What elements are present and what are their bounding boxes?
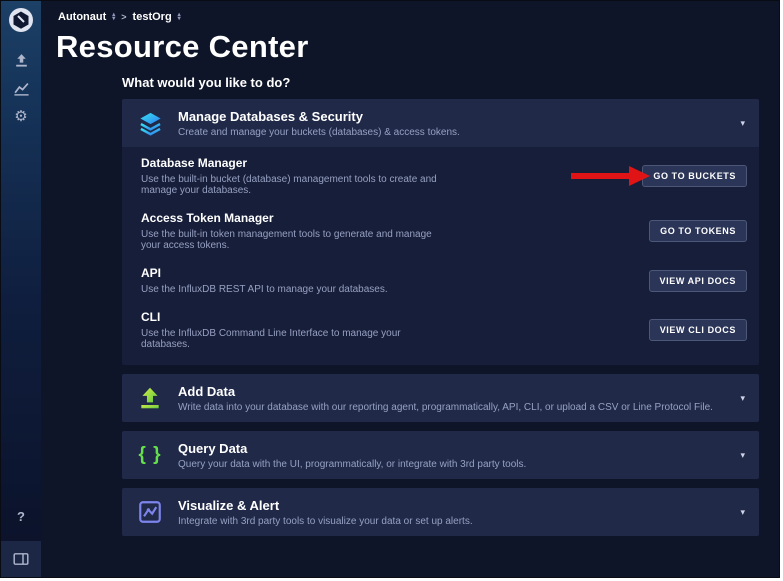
- page-prompt: What would you like to do?: [122, 75, 759, 90]
- row-title: Access Token Manager: [141, 211, 449, 225]
- chart-icon: [122, 499, 178, 525]
- resource-row-database-manager: Database Manager Use the built-in bucket…: [141, 156, 747, 196]
- chevron-down-icon[interactable]: ▾: [726, 118, 759, 129]
- section-title: Query Data: [178, 441, 718, 456]
- chevron-down-icon[interactable]: ▾: [726, 393, 759, 404]
- section-header-text: Visualize & Alert Integrate with 3rd par…: [178, 491, 726, 534]
- sidebar-bottom: ?: [1, 505, 41, 577]
- app-window: ⚙ ? Autonaut ▴ ▾ > testOrg: [0, 0, 780, 578]
- row-description: Use the built-in bucket (database) manag…: [141, 174, 442, 196]
- resource-row-cli: CLI Use the InfluxDB Command Line Interf…: [141, 310, 747, 350]
- resource-center-column: What would you like to do?: [122, 75, 759, 536]
- sidebar-bottom-strip: [1, 541, 41, 577]
- section-manage-databases: Manage Databases & Security Create and m…: [122, 99, 759, 365]
- row-description: Use the built-in token management tools …: [141, 229, 449, 251]
- section-description: Write data into your database with our r…: [178, 402, 718, 413]
- load-data-upload-icon[interactable]: [10, 49, 32, 71]
- view-cli-docs-button[interactable]: VIEW CLI DOCS: [649, 319, 747, 341]
- section-header-text: Manage Databases & Security Create and m…: [178, 102, 726, 145]
- section-description: Integrate with 3rd party tools to visual…: [178, 516, 718, 527]
- section-header-add-data[interactable]: Add Data Write data into your database w…: [122, 374, 759, 422]
- resource-row-access-token-manager: Access Token Manager Use the built-in to…: [141, 211, 747, 251]
- row-text: API Use the InfluxDB REST API to manage …: [141, 266, 649, 295]
- braces-glyph: { }: [138, 444, 161, 466]
- influxdb-logo[interactable]: [1, 1, 41, 33]
- breadcrumb: Autonaut ▴ ▾ > testOrg ▴ ▾: [41, 1, 779, 23]
- row-description: Use the InfluxDB Command Line Interface …: [141, 328, 449, 350]
- section-header-manage-databases[interactable]: Manage Databases & Security Create and m…: [122, 99, 759, 147]
- resource-row-api: API Use the InfluxDB REST API to manage …: [141, 266, 747, 295]
- row-title: CLI: [141, 310, 449, 324]
- view-api-docs-button[interactable]: VIEW API DOCS: [649, 270, 747, 292]
- section-title: Visualize & Alert: [178, 498, 718, 513]
- section-visualize-alert: Visualize & Alert Integrate with 3rd par…: [122, 488, 759, 536]
- section-title: Add Data: [178, 384, 718, 399]
- braces-icon: { }: [122, 444, 178, 466]
- section-header-visualize-alert[interactable]: Visualize & Alert Integrate with 3rd par…: [122, 488, 759, 536]
- chevron-down-icon[interactable]: ▾: [726, 450, 759, 461]
- page-title: Resource Center: [56, 29, 779, 65]
- row-text: CLI Use the InfluxDB Command Line Interf…: [141, 310, 649, 350]
- sidebar-icon-stack: ⚙: [1, 49, 41, 127]
- caret-down-glyph: ▾: [178, 17, 181, 21]
- upload-icon: [122, 385, 178, 411]
- section-add-data: Add Data Write data into your database w…: [122, 374, 759, 422]
- section-description: Create and manage your buckets (database…: [178, 127, 718, 138]
- section-title: Manage Databases & Security: [178, 109, 718, 124]
- go-to-tokens-button[interactable]: GO TO TOKENS: [649, 220, 747, 242]
- section-query-data: { } Query Data Query your data with the …: [122, 431, 759, 479]
- layers-icon: [122, 110, 178, 137]
- section-header-query-data[interactable]: { } Query Data Query your data with the …: [122, 431, 759, 479]
- row-description: Use the InfluxDB REST API to manage your…: [141, 284, 449, 295]
- chevron-down-icon[interactable]: ▾: [726, 507, 759, 518]
- breadcrumb-account[interactable]: testOrg: [133, 11, 172, 23]
- data-explorer-graph-icon[interactable]: [10, 77, 32, 99]
- settings-gear-icon[interactable]: ⚙: [10, 105, 32, 127]
- chevron-updown-icon[interactable]: ▴ ▾: [112, 13, 115, 21]
- section-header-text: Add Data Write data into your database w…: [178, 377, 726, 420]
- section-description: Query your data with the UI, programmati…: [178, 459, 718, 470]
- row-title: Database Manager: [141, 156, 442, 170]
- row-text: Database Manager Use the built-in bucket…: [141, 156, 642, 196]
- docs-panel-icon[interactable]: [10, 548, 32, 570]
- section-header-text: Query Data Query your data with the UI, …: [178, 434, 726, 477]
- sidebar: ⚙ ?: [1, 1, 41, 577]
- breadcrumb-org[interactable]: Autonaut: [58, 11, 106, 23]
- caret-down-glyph: ▾: [112, 17, 115, 21]
- chevron-updown-icon[interactable]: ▴ ▾: [178, 13, 181, 21]
- go-to-buckets-button[interactable]: GO TO BUCKETS: [642, 165, 747, 187]
- main-content: Autonaut ▴ ▾ > testOrg ▴ ▾ Resource Cent…: [41, 1, 779, 577]
- breadcrumb-separator-icon: >: [121, 12, 126, 22]
- section-rows: Database Manager Use the built-in bucket…: [122, 147, 759, 365]
- row-title: API: [141, 266, 449, 280]
- row-text: Access Token Manager Use the built-in to…: [141, 211, 649, 251]
- help-icon[interactable]: ?: [10, 505, 32, 527]
